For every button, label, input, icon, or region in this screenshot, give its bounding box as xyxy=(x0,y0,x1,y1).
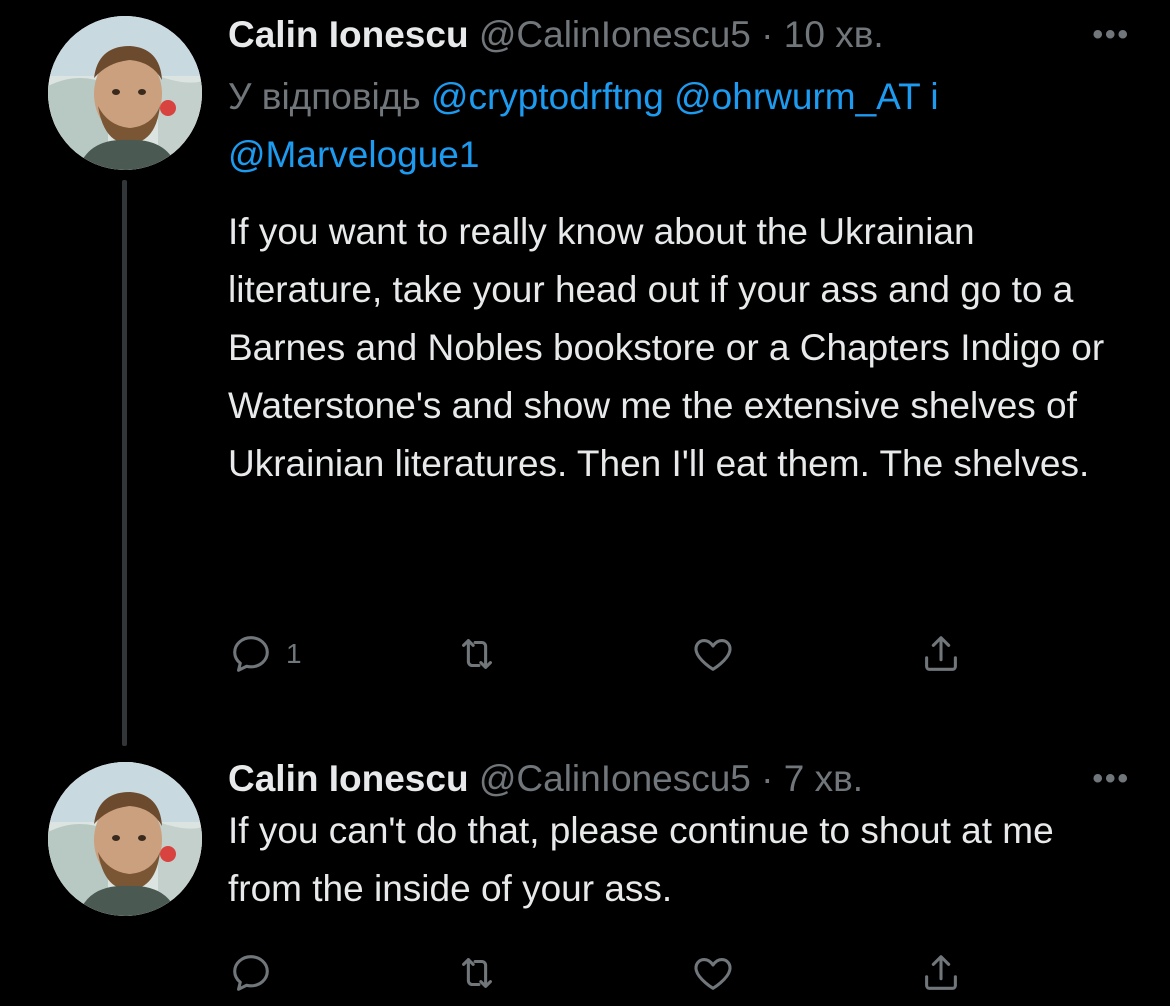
tweet[interactable]: Calin Ionescu @CalinIonescu5 · 7 хв. •••… xyxy=(0,740,1170,1006)
retweet-button[interactable] xyxy=(454,626,500,682)
share-button[interactable] xyxy=(918,626,964,682)
author-name[interactable]: Calin Ionescu xyxy=(228,14,469,55)
tweet-header: Calin Ionescu @CalinIonescu5 · 7 хв. ••• xyxy=(228,754,1130,804)
author-handle[interactable]: @CalinIonescu5 xyxy=(479,758,751,799)
mention-link[interactable]: @cryptodrftng xyxy=(431,76,664,117)
retweet-button[interactable] xyxy=(454,945,500,1001)
heart-icon xyxy=(694,958,732,990)
mention-link[interactable]: @Marvelogue1 xyxy=(228,134,479,175)
tweet-text: If you want to really know about the Ukr… xyxy=(228,211,1105,484)
avatar-image xyxy=(48,16,202,170)
thread-connector-line xyxy=(122,180,127,746)
heart-icon xyxy=(694,639,732,671)
share-upload-icon xyxy=(925,955,957,990)
avatar-image xyxy=(48,762,202,916)
tweet-timestamp[interactable]: 7 хв. xyxy=(784,758,863,799)
like-button[interactable] xyxy=(690,626,736,682)
separator-dot: · xyxy=(761,758,774,799)
tweet-timestamp[interactable]: 10 хв. xyxy=(784,14,884,55)
share-button[interactable] xyxy=(918,945,964,1001)
separator-dot: · xyxy=(761,14,774,55)
avatar[interactable] xyxy=(48,16,202,170)
mention-joiner: і xyxy=(930,76,939,117)
author-handle[interactable]: @CalinIonescu5 xyxy=(479,14,751,55)
reply-count: 1 xyxy=(286,638,302,669)
retweet-icon xyxy=(462,639,492,669)
tweet-header: Calin Ionescu @CalinIonescu5 · 10 хв. ••… xyxy=(228,10,1130,60)
author-name[interactable]: Calin Ionescu xyxy=(228,758,469,799)
reply-bubble-icon xyxy=(233,955,269,991)
reply-button[interactable]: 1 xyxy=(228,626,302,682)
mention-link[interactable]: @ohrwurm_AT xyxy=(674,76,920,117)
tweet[interactable]: Calin Ionescu @CalinIonescu5 · 10 хв. ••… xyxy=(0,0,1170,746)
reply-button[interactable] xyxy=(228,945,274,1001)
avatar[interactable] xyxy=(48,762,202,916)
tweet-text: If you can't do that, please continue to… xyxy=(228,810,1054,909)
reply-bubble-icon xyxy=(233,636,269,672)
retweet-icon xyxy=(462,958,492,988)
tweet-actions xyxy=(228,945,988,1001)
share-upload-icon xyxy=(925,636,957,671)
more-options-icon[interactable]: ••• xyxy=(1092,754,1130,804)
like-button[interactable] xyxy=(690,945,736,1001)
tweet-actions: 1 xyxy=(228,626,988,682)
reply-prefix: У відповідь xyxy=(228,76,421,117)
more-options-icon[interactable]: ••• xyxy=(1092,10,1130,60)
reply-context: У відповідь @cryptodrftng @ohrwurm_AT і … xyxy=(228,68,1118,184)
